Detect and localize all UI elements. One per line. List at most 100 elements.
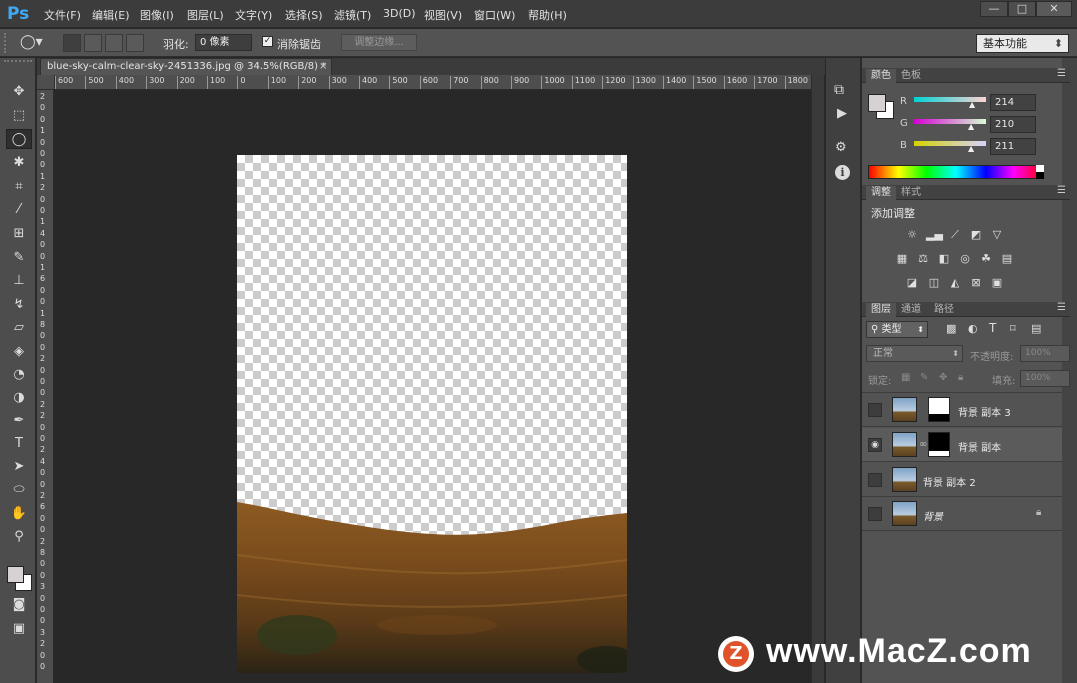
subtract-selection-icon[interactable] (105, 34, 123, 52)
exposure-icon[interactable]: ◩ (968, 228, 984, 241)
channel-r-value[interactable]: 214 (990, 94, 1036, 111)
feather-input[interactable]: 0 像素 (195, 34, 252, 51)
menu-type[interactable]: 文字(Y) (235, 7, 272, 23)
menu-image[interactable]: 图像(I) (140, 7, 174, 23)
visibility-toggle[interactable] (868, 473, 882, 487)
opacity-input[interactable]: 100% (1020, 345, 1070, 362)
lasso-tool-icon[interactable]: ◯ (6, 129, 32, 149)
close-button[interactable]: ✕ (1036, 1, 1072, 17)
spectrum-white-swatch[interactable] (1036, 165, 1044, 172)
black-white-icon[interactable]: ◧ (936, 252, 952, 265)
selective-color-icon[interactable]: ▣ (989, 276, 1005, 289)
tab-color[interactable]: 颜色 (866, 69, 896, 83)
color-balance-icon[interactable]: ⚖ (915, 252, 931, 265)
paint-bucket-tool-icon[interactable]: ◈ (6, 342, 32, 362)
crop-tool-icon[interactable]: ⌗ (6, 177, 32, 197)
lock-transparency-icon[interactable]: ▦ (901, 372, 910, 383)
tab-styles[interactable]: 样式 (896, 186, 926, 200)
link-icon[interactable]: ∞ (919, 439, 927, 450)
eyedropper-tool-icon[interactable]: ⁄ (6, 200, 32, 220)
tab-channels[interactable]: 通道 (896, 303, 926, 317)
foreground-color-swatch[interactable] (7, 566, 24, 583)
threshold-icon[interactable]: ◭ (947, 276, 963, 289)
restore-button[interactable]: □ (1008, 1, 1036, 17)
slider-b-thumb-icon[interactable]: ▲ (968, 144, 974, 153)
stamp-tool-icon[interactable]: ⊥ (6, 271, 32, 291)
channel-b-value[interactable]: 211 (990, 138, 1036, 155)
intersect-selection-icon[interactable] (126, 34, 144, 52)
move-tool-icon[interactable]: ✥ (6, 82, 32, 102)
menu-edit[interactable]: 编辑(E) (92, 7, 130, 23)
photo-filter-icon[interactable]: ◎ (957, 252, 973, 265)
channel-mixer-icon[interactable]: ☘ (978, 252, 994, 265)
info-icon[interactable]: i (835, 165, 850, 180)
panel-menu-icon[interactable]: ☰ (1057, 68, 1066, 79)
posterize-icon[interactable]: ◫ (926, 276, 942, 289)
brush-tool-icon[interactable]: ✎ (6, 248, 32, 268)
channel-g-slider[interactable] (914, 119, 986, 124)
menu-layer[interactable]: 图层(L) (187, 7, 224, 23)
lock-all-icon[interactable]: 🔒︎ (958, 372, 963, 383)
blend-mode-select[interactable]: 正常 ⬍ (866, 345, 963, 362)
pen-tool-icon[interactable]: ✒ (6, 411, 32, 431)
layer-row[interactable]: ◉ ∞ 背景 副本 (862, 428, 1062, 462)
lasso-preset-icon[interactable]: ◯▾ (20, 34, 43, 50)
history-icon[interactable]: ⧉ (834, 82, 844, 98)
lock-pixels-icon[interactable]: ✎ (920, 372, 928, 383)
filter-shape-icon[interactable]: ⌑ (1010, 322, 1016, 335)
hue-saturation-icon[interactable]: ▦ (894, 252, 910, 265)
layer-mask-thumbnail[interactable] (928, 432, 950, 457)
channel-r-slider[interactable] (914, 97, 986, 102)
dodge-tool-icon[interactable]: ◑ (6, 388, 32, 408)
history-brush-tool-icon[interactable]: ↯ (6, 295, 32, 315)
screen-mode-icon[interactable]: ▣ (6, 619, 32, 639)
healing-brush-tool-icon[interactable]: ⊞ (6, 224, 32, 244)
lock-position-icon[interactable]: ✥ (939, 372, 947, 383)
filter-pixel-icon[interactable]: ▩ (946, 322, 956, 335)
document-canvas[interactable] (237, 155, 627, 673)
color-foreground-swatch[interactable] (868, 94, 886, 112)
filter-adjustment-icon[interactable]: ◐ (968, 322, 978, 335)
tab-swatches[interactable]: 色板 (896, 69, 926, 83)
slider-g-thumb-icon[interactable]: ▲ (968, 122, 974, 131)
color-spectrum-bar[interactable] (868, 165, 1044, 179)
brightness-icon[interactable]: ☼ (904, 228, 920, 241)
panel-menu-icon[interactable]: ☰ (1057, 185, 1066, 196)
channel-g-value[interactable]: 210 (990, 116, 1036, 133)
vibrance-icon[interactable]: ▽ (989, 228, 1005, 241)
layer-row[interactable]: 背景 副本 3 (862, 393, 1062, 427)
menu-file[interactable]: 文件(F) (44, 7, 81, 23)
close-tab-icon[interactable]: × (319, 59, 327, 74)
magic-wand-tool-icon[interactable]: ✱ (6, 153, 32, 173)
layer-row[interactable]: 背景 副本 2 (862, 463, 1062, 497)
filter-smart-object-icon[interactable]: ▤ (1031, 322, 1041, 335)
menu-help[interactable]: 帮助(H) (528, 7, 567, 23)
menu-filter[interactable]: 滤镜(T) (334, 7, 371, 23)
add-selection-icon[interactable] (84, 34, 102, 52)
quick-mask-icon[interactable]: ◙ (6, 595, 32, 615)
layer-row[interactable]: 背景 🔒︎ (862, 497, 1062, 531)
new-selection-icon[interactable] (63, 34, 81, 52)
hand-tool-icon[interactable]: ✋ (6, 504, 32, 524)
filter-type-icon[interactable]: T (989, 321, 996, 335)
antialias-checkbox[interactable]: ✓ (262, 36, 273, 47)
type-tool-icon[interactable]: T (6, 434, 32, 454)
marquee-tool-icon[interactable]: ⬚ (6, 106, 32, 126)
channel-b-slider[interactable] (914, 141, 986, 146)
menu-window[interactable]: 窗口(W) (474, 7, 515, 23)
path-selection-tool-icon[interactable]: ➤ (6, 457, 32, 477)
visibility-toggle[interactable] (868, 507, 882, 521)
ruler-origin[interactable] (37, 75, 55, 90)
menu-view[interactable]: 视图(V) (424, 7, 462, 23)
eye-icon[interactable]: ◉ (868, 438, 882, 452)
fill-input[interactable]: 100% (1020, 370, 1070, 387)
tab-layers[interactable]: 图层 (866, 303, 896, 317)
panel-menu-icon[interactable]: ☰ (1057, 302, 1066, 313)
eraser-tool-icon[interactable]: ▱ (6, 318, 32, 338)
ellipse-tool-icon[interactable]: ⬭ (6, 480, 32, 500)
invert-icon[interactable]: ◪ (904, 276, 920, 289)
levels-icon[interactable]: ▂▄ (926, 228, 943, 241)
gradient-map-icon[interactable]: ⊠ (968, 276, 984, 289)
color-lookup-icon[interactable]: ▤ (999, 252, 1015, 265)
curves-icon[interactable]: ⟋ (947, 228, 963, 241)
